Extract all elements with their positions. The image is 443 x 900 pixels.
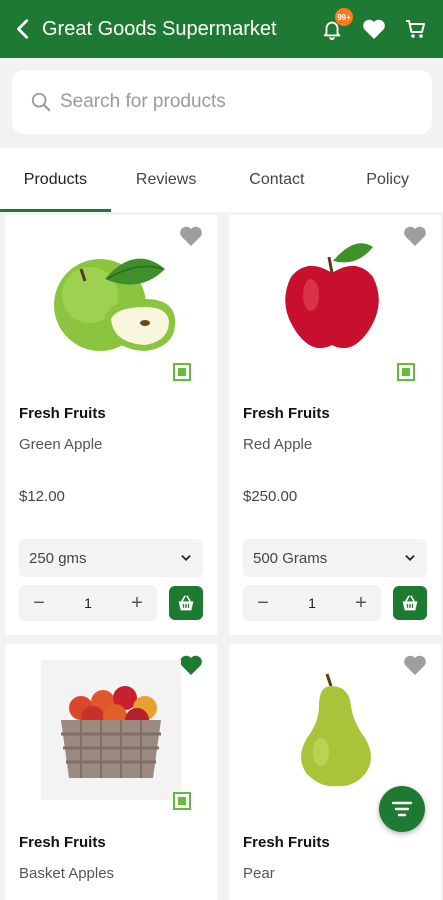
product-card-basket-apples[interactable]: Fresh Fruits Basket Apples <box>5 644 217 900</box>
decrease-qty-button[interactable]: − <box>255 593 271 613</box>
basket-icon <box>402 595 418 611</box>
veg-indicator <box>173 363 191 381</box>
heart-icon <box>363 19 385 39</box>
favorite-heart-icon[interactable] <box>179 654 203 676</box>
quantity-stepper: − 1 + <box>19 585 157 621</box>
tab-policy[interactable]: Policy <box>332 148 443 212</box>
back-arrow-icon <box>17 19 29 39</box>
search-input[interactable]: Search for products <box>12 70 432 134</box>
cart-icon <box>406 20 425 38</box>
size-select[interactable]: 500 Grams <box>243 539 427 577</box>
search-icon <box>31 92 51 112</box>
product-image-basket-apples <box>41 660 181 800</box>
quantity-value: 1 <box>84 595 92 611</box>
product-card-red-apple[interactable]: Fresh Fruits Red Apple $250.00 500 Grams… <box>229 215 441 635</box>
add-to-basket-button[interactable] <box>169 586 203 620</box>
decrease-qty-button[interactable]: − <box>31 593 47 613</box>
tab-bar: Products Reviews Contact Policy <box>0 148 443 212</box>
size-select[interactable]: 250 gms <box>19 539 203 577</box>
increase-qty-button[interactable]: + <box>129 593 145 613</box>
notifications-button[interactable]: 99+ <box>319 8 353 42</box>
product-category: Fresh Fruits <box>243 405 330 422</box>
product-name: Green Apple <box>19 436 103 453</box>
product-card-pear[interactable]: Fresh Fruits Pear <box>229 644 441 900</box>
veg-indicator <box>397 363 415 381</box>
product-price: $12.00 <box>19 488 65 505</box>
quantity-value: 1 <box>308 595 316 611</box>
cart-button[interactable] <box>403 16 429 42</box>
product-name: Basket Apples <box>19 865 115 882</box>
basket-icon <box>178 595 194 611</box>
product-image-red-apple <box>285 243 379 349</box>
product-image-pear <box>301 673 371 787</box>
app-header: Great Goods Supermarket 99+ <box>0 0 443 58</box>
quantity-stepper: − 1 + <box>243 585 381 621</box>
veg-indicator <box>173 792 191 810</box>
favorite-heart-icon[interactable] <box>403 225 427 247</box>
chevron-down-icon <box>181 555 191 561</box>
product-price: $250.00 <box>243 488 298 505</box>
increase-qty-button[interactable]: + <box>353 593 369 613</box>
product-name: Red Apple <box>243 436 313 453</box>
product-category: Fresh Fruits <box>243 834 330 851</box>
product-category: Fresh Fruits <box>19 405 106 422</box>
product-category: Fresh Fruits <box>19 834 106 851</box>
tab-reviews[interactable]: Reviews <box>111 148 222 212</box>
favorite-heart-icon[interactable] <box>403 654 427 676</box>
back-button[interactable] <box>4 0 42 58</box>
size-select-value: 500 Grams <box>253 549 328 567</box>
notification-badge: 99+ <box>335 8 353 26</box>
chevron-down-icon <box>405 555 415 561</box>
filter-fab-button[interactable] <box>379 786 425 832</box>
product-name: Pear <box>243 865 275 882</box>
page-title: Great Goods Supermarket <box>42 17 277 40</box>
product-card-green-apple[interactable]: Fresh Fruits Green Apple $12.00 250 gms … <box>5 215 217 635</box>
search-section: Search for products <box>0 58 443 146</box>
tab-contact[interactable]: Contact <box>222 148 333 212</box>
add-to-basket-button[interactable] <box>393 586 427 620</box>
search-placeholder: Search for products <box>60 91 226 112</box>
size-select-value: 250 gms <box>29 549 87 567</box>
filter-icon <box>391 801 413 817</box>
product-image-green-apple <box>54 258 176 351</box>
tab-products[interactable]: Products <box>0 148 111 212</box>
wishlist-button[interactable] <box>361 16 387 42</box>
